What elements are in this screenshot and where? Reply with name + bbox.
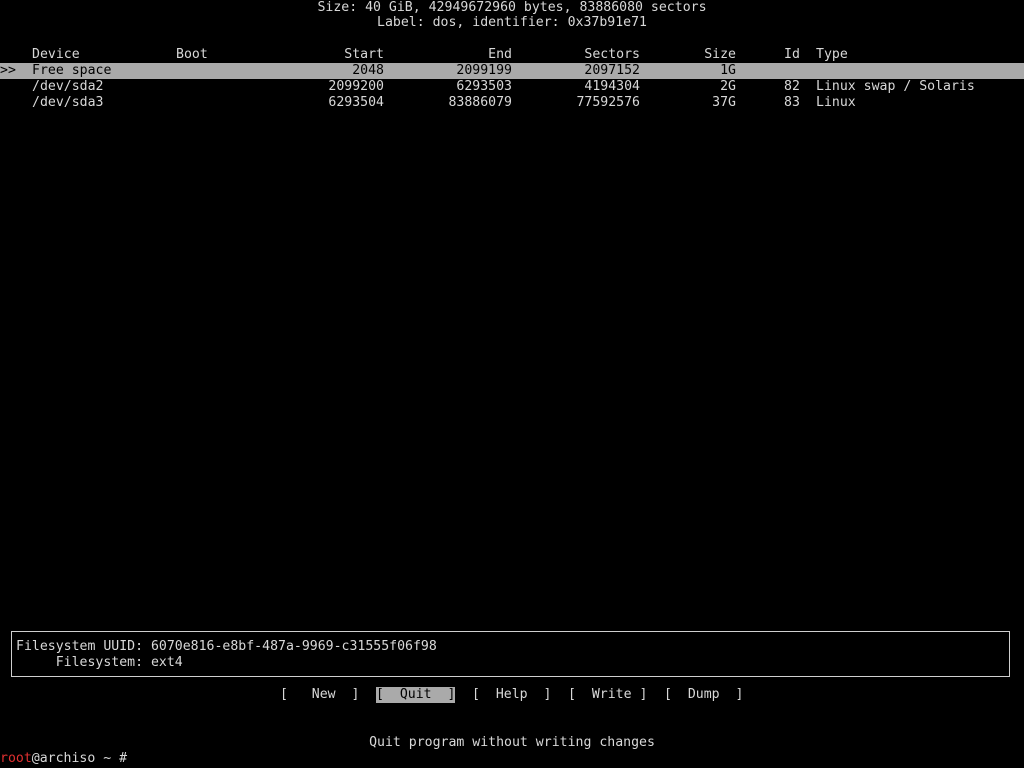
partition-id: 83 [784, 95, 800, 110]
partition-device: /dev/sda3 [32, 95, 104, 110]
partition-size: 37G [712, 95, 736, 110]
column-header-type: Type [816, 47, 848, 62]
partition-sectors: 2097152 [584, 63, 640, 78]
partition-end: 2099199 [456, 63, 512, 78]
help-button[interactable]: [ Help ] [472, 687, 551, 703]
column-header-boot: Boot [176, 47, 208, 62]
partition-start: 2099200 [328, 79, 384, 94]
table-header: Device Boot Start End Sectors Size Id Ty… [0, 47, 1024, 63]
quit-button[interactable]: [ Quit ] [376, 687, 456, 703]
shell-prompt[interactable]: root@archiso ~ # [0, 751, 127, 767]
partition-size: 1G [720, 63, 736, 78]
disk-label-line: Label: dos, identifier: 0x37b91e71 [377, 15, 647, 30]
partition-row-sda2[interactable]: /dev/sda2 2099200 6293503 4194304 2G 82 … [0, 79, 1024, 95]
partition-sectors: 77592576 [576, 95, 640, 110]
disk-size-line: Size: 40 GiB, 42949672960 bytes, 8388608… [317, 0, 707, 15]
action-description: Quit program without writing changes [369, 735, 655, 750]
column-header-start: Start [344, 47, 384, 62]
partition-row-free-space[interactable]: >> Free space 2048 2099199 2097152 1G [0, 63, 1024, 79]
partition-row-sda3[interactable]: /dev/sda3 6293504 83886079 77592576 37G … [0, 95, 1024, 111]
column-header-size: Size [704, 47, 736, 62]
dump-button[interactable]: [ Dump ] [664, 687, 743, 703]
partition-device: /dev/sda2 [32, 79, 104, 94]
selection-marker: >> [0, 63, 16, 78]
partition-type: Linux swap / Solaris [816, 79, 975, 94]
partition-sectors: 4194304 [584, 79, 640, 94]
prompt-user: root [0, 751, 32, 766]
partition-size: 2G [720, 79, 736, 94]
column-header-sectors: Sectors [584, 47, 640, 62]
prompt-host: @archiso ~ # [31, 751, 128, 766]
partition-device: Free space [32, 63, 112, 78]
partition-start: 6293504 [328, 95, 384, 110]
partition-type: Linux [816, 95, 856, 110]
partition-start: 2048 [352, 63, 384, 78]
partition-end: 6293503 [456, 79, 512, 94]
filesystem-uuid-line: Filesystem UUID: 6070e816-e8bf-487a-9969… [16, 639, 437, 654]
partition-end: 83886079 [448, 95, 512, 110]
filesystem-type-line: Filesystem: ext4 [16, 655, 183, 670]
partition-id: 82 [784, 79, 800, 94]
write-button[interactable]: [ Write ] [568, 687, 647, 703]
column-header-device: Device [32, 47, 80, 62]
new-button[interactable]: [ New ] [280, 687, 359, 703]
column-header-id: Id [784, 47, 800, 62]
column-header-end: End [488, 47, 512, 62]
